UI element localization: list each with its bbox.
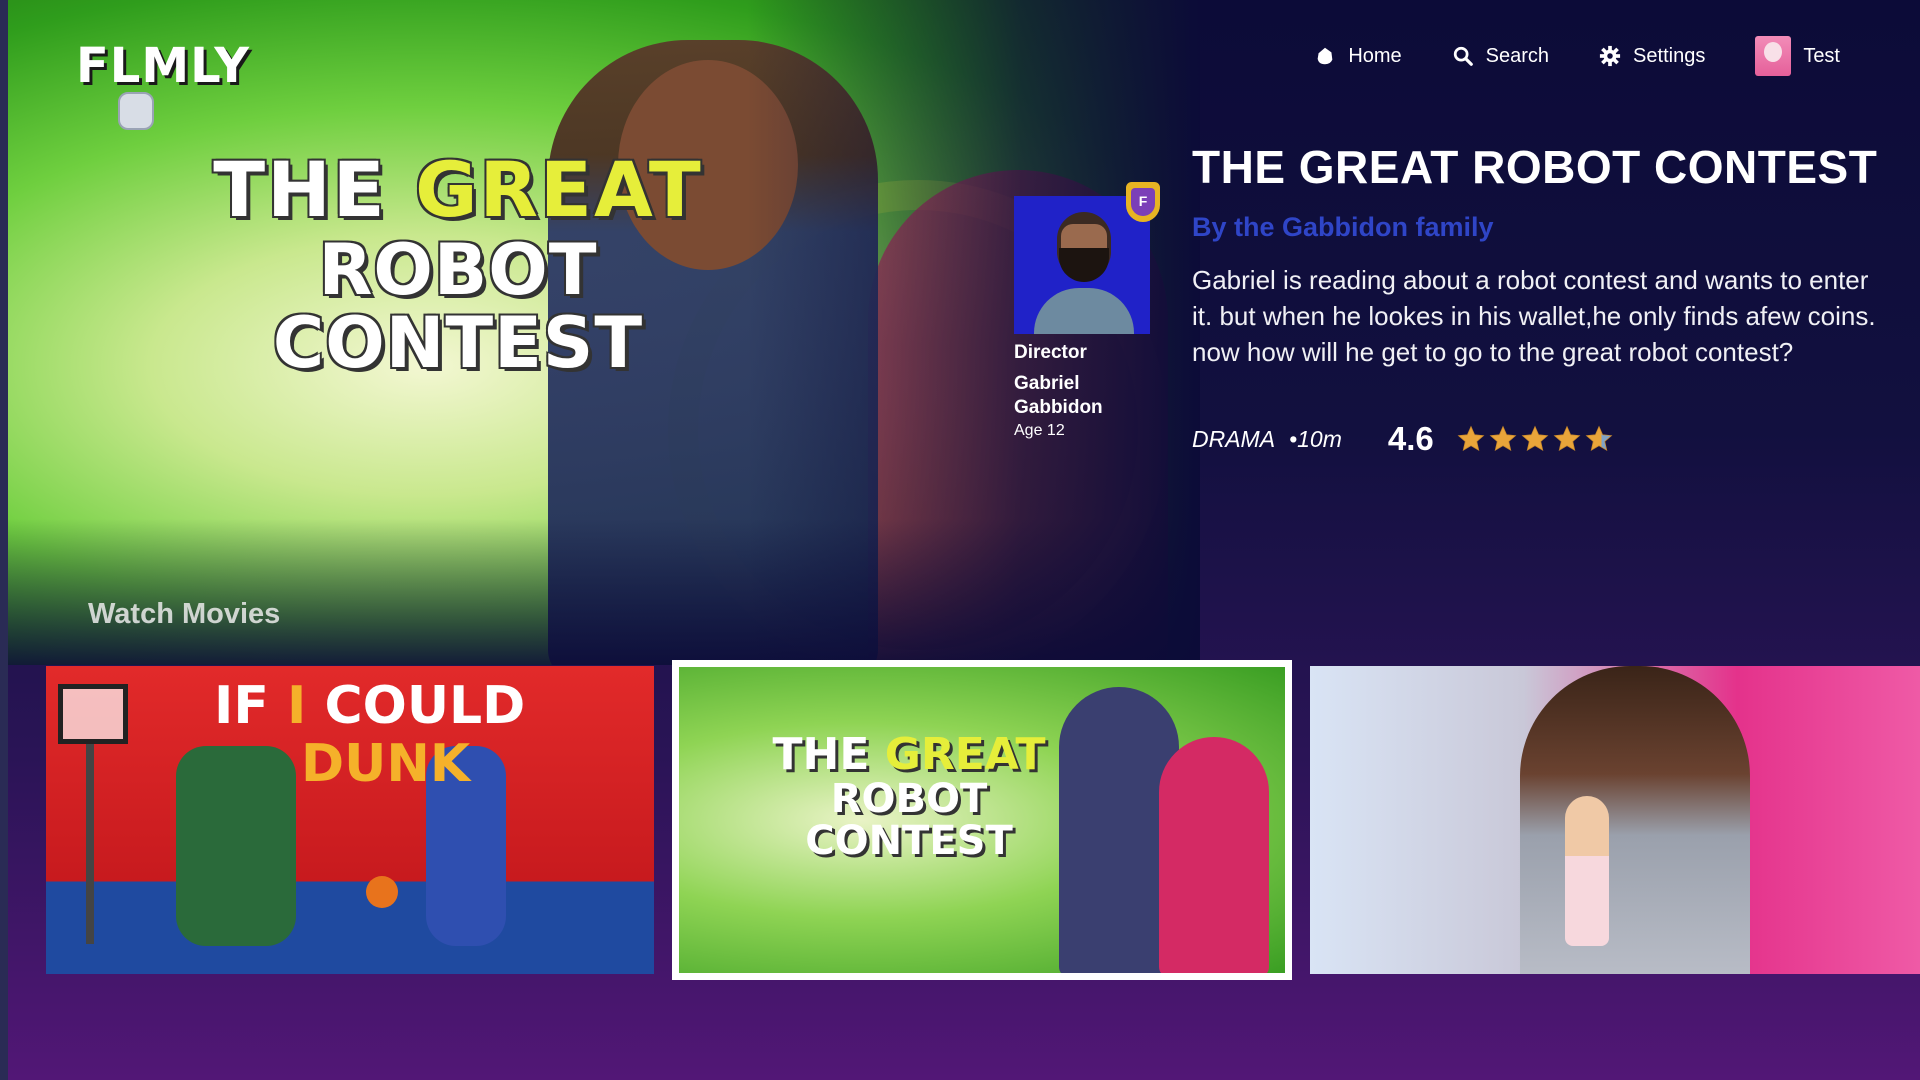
hoop-pole-graphic [86,744,94,944]
badge-letter: F [1131,188,1155,216]
hero-title-line2: ROBOT CONTEST [272,228,644,385]
star-icon [1585,425,1613,452]
movie-duration: •10m [1289,425,1342,452]
nav-home[interactable]: Home [1314,44,1402,68]
tile-title-word-great: GREAT [884,729,1046,780]
movie-rating: 4.6 [1387,420,1434,457]
tile-title-word-if: IF [214,676,287,736]
nav-home-label: Home [1348,44,1402,67]
tile-title-line2: DUNK [301,734,471,794]
nav-settings-label: Settings [1633,44,1706,67]
director-avatar-body [1034,288,1134,334]
screen-edge [0,0,8,1080]
tile-title-word-the: THE [772,729,885,780]
movie-byline: By the Gabbidon family [1192,212,1494,242]
star-rating [1456,424,1614,454]
basketball-hoop-graphic [58,684,128,744]
shield-badge-icon: F [1126,182,1160,222]
director-avatar[interactable] [1014,196,1150,334]
tile-poster-title: THE GREAT ROBOT CONTEST [729,729,1089,865]
tile-girl-figure [1159,737,1269,973]
director-name: Gabriel Gabbidon [1014,373,1103,418]
app-logo[interactable]: FLMLY [76,38,250,94]
hero-poster-title: THE GREAT ROBOT CONTEST [128,150,788,381]
search-icon [1453,46,1473,66]
tile-title-word-could: COULD [306,676,526,736]
hero-title-word-the: THE [213,145,416,234]
movie-tile-if-i-could-dunk[interactable]: IF I COULD DUNK [46,666,654,974]
logo-robot-icon [118,92,154,130]
tile-title-line1: IF I COULD [214,676,525,736]
star-icon [1553,425,1581,452]
nav-profile-label: Test [1803,44,1840,67]
star-icon [1457,425,1485,452]
nav-search[interactable]: Search [1452,45,1549,68]
gear-icon [1599,45,1621,67]
nav-search-label: Search [1485,44,1550,67]
movie-title: THE GREAT ROBOT CONTEST [1192,141,1878,193]
tile-girl-figure [1520,666,1750,974]
nav-profile[interactable]: Test [1755,36,1840,76]
star-icon [1489,425,1517,452]
movie-tile-girl-with-microphone[interactable] [1310,666,1920,974]
star-icon [1521,425,1549,452]
top-nav: Home Search Settings Test [1314,36,1840,76]
tile-title-word-i: I [286,676,307,736]
basketball-graphic [366,876,398,908]
movie-description: Gabriel is reading about a robot contest… [1192,265,1876,367]
home-icon [1317,47,1333,65]
kids-group-figure [176,746,296,946]
movie-tile-the-great-robot-contest[interactable]: THE GREAT ROBOT CONTEST [672,660,1292,980]
movie-genre: DRAMA [1192,425,1276,452]
avatar [1755,36,1792,76]
hero-title-word-great: GREAT [415,145,703,234]
director-age: Age 12 [1014,422,1065,439]
microphone-graphic [1565,796,1609,946]
director-role: Director [1014,342,1087,363]
movie-meta: DRAMA •10m 4.6 [1192,420,1614,458]
director-avatar-beard [1059,248,1109,282]
section-label: Watch Movies [88,598,281,630]
tile-title-line2: ROBOT CONTEST [805,776,1013,865]
nav-settings[interactable]: Settings [1599,45,1705,68]
